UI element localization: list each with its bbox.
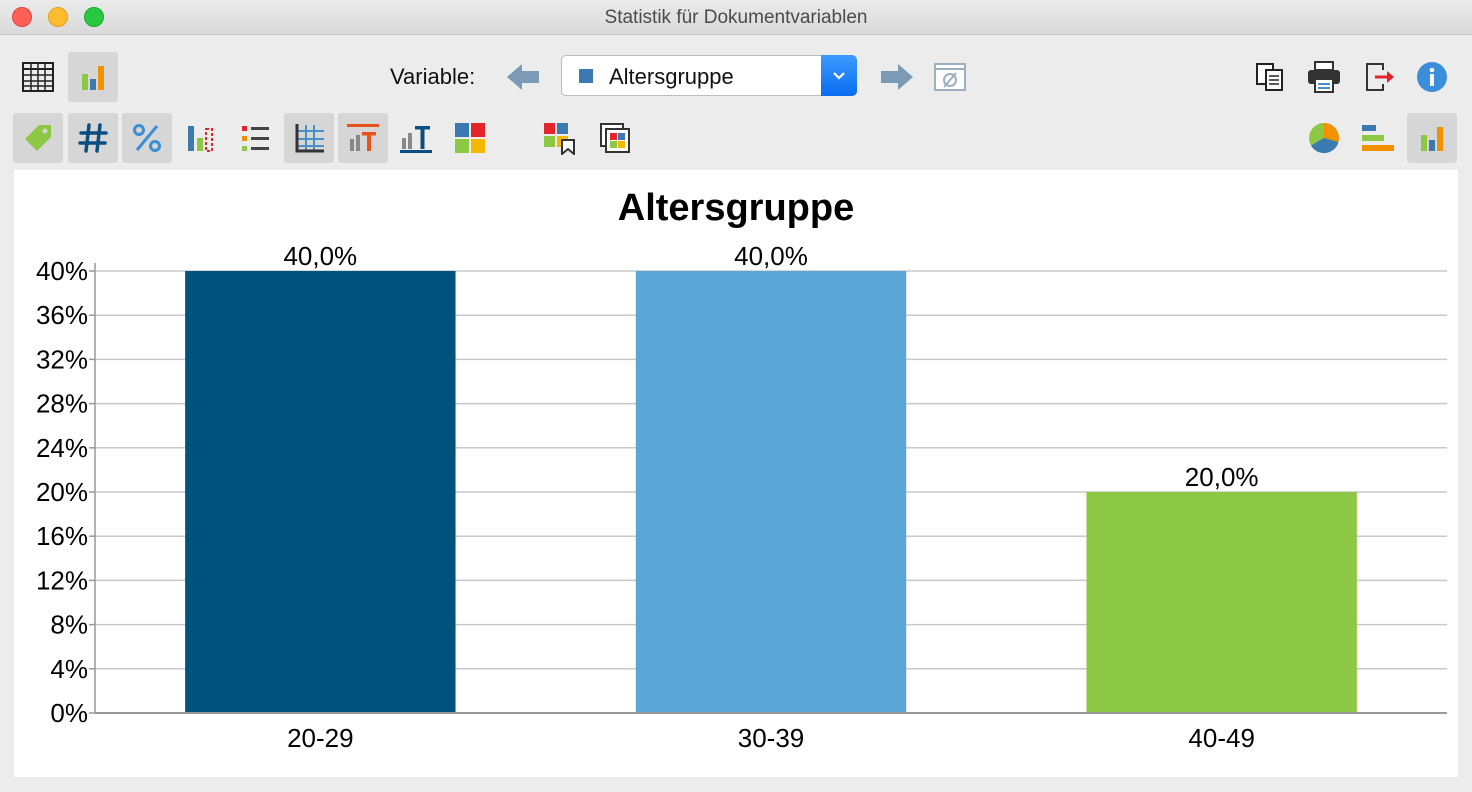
y-tick-label: 20% — [36, 477, 88, 507]
tag-icon — [25, 125, 51, 151]
variable-select-value: Altersgruppe — [609, 64, 734, 89]
color-stack-icon — [600, 123, 630, 153]
previous-variable-button[interactable] — [498, 52, 548, 102]
bar-chart-icon — [82, 66, 104, 90]
copy-icon — [1256, 63, 1283, 91]
bar-outline-button[interactable] — [176, 113, 226, 163]
variable-label: Variable: — [390, 64, 476, 89]
color-scheme-button[interactable] — [445, 113, 495, 163]
axis-labels-button[interactable] — [391, 113, 441, 163]
printer-icon — [1308, 61, 1340, 93]
y-tick-label: 36% — [36, 300, 88, 330]
table-icon — [22, 62, 54, 92]
horizontal-bar-chart-button[interactable] — [1353, 113, 1403, 163]
vertical-bar-chart-button[interactable] — [1407, 113, 1457, 163]
info-button[interactable] — [1407, 52, 1457, 102]
save-colors-button[interactable] — [535, 113, 585, 163]
show-percent-button[interactable] — [122, 113, 172, 163]
arrow-left-icon — [507, 64, 539, 90]
bar-value-label: 40,0% — [283, 241, 357, 271]
percent-icon — [133, 124, 161, 152]
x-tick-label: 40-49 — [1188, 723, 1255, 753]
y-tick-label: 40% — [36, 256, 88, 286]
variable-select-toggle[interactable] — [821, 55, 857, 96]
y-tick-label: 28% — [36, 389, 88, 419]
title-bar: Statistik für Dokumentvariablen — [0, 0, 1472, 35]
bar-30-39 — [635, 271, 907, 713]
bar-chart: Altersgruppe 0% 4% 8% 12% 16% 20% 24% 28% 32% 36%… — [36, 187, 1447, 753]
x-tick-label: 20-29 — [287, 723, 354, 753]
info-icon — [1417, 62, 1447, 92]
bar-40-49 — [1086, 492, 1357, 713]
variable-color-swatch — [579, 69, 593, 83]
arrow-right-icon — [881, 64, 913, 90]
bar-value-label: 20,0% — [1185, 462, 1259, 492]
load-colors-button[interactable] — [590, 113, 640, 163]
color-bookmark-icon — [544, 123, 575, 155]
pie-chart-icon — [1309, 122, 1340, 154]
show-frequencies-button[interactable] — [68, 113, 118, 163]
empty-set-icon — [934, 63, 966, 91]
vertical-bar-icon — [1421, 127, 1443, 151]
chart-title: Altersgruppe — [618, 187, 854, 229]
gridlines-button[interactable] — [284, 113, 334, 163]
y-tick-label: 12% — [36, 565, 88, 595]
window-title: Statistik für Dokumentvariablen — [604, 7, 868, 28]
chart-view-button[interactable] — [68, 52, 118, 102]
next-variable-button[interactable] — [872, 52, 922, 102]
variable-select[interactable]: Altersgruppe — [561, 55, 857, 96]
print-button[interactable] — [1299, 52, 1349, 102]
legend-list-icon — [242, 126, 269, 151]
x-tick-label: 30-39 — [738, 723, 805, 753]
color-palette-icon — [455, 123, 485, 153]
export-button[interactable] — [1355, 52, 1405, 102]
export-icon — [1366, 63, 1394, 91]
y-tick-label: 16% — [36, 521, 88, 551]
grid-axes-icon — [295, 124, 324, 153]
legend-button[interactable] — [230, 113, 280, 163]
table-view-button[interactable] — [13, 52, 63, 102]
y-tick-label: 0% — [50, 698, 88, 728]
y-tick-label: 8% — [50, 610, 88, 640]
chart-panel: Altersgruppe 0% 4% 8% 12% 16% 20% 24% 28% 32% 36%… — [14, 170, 1458, 777]
y-tick-label: 4% — [50, 654, 88, 684]
chart-title-icon — [347, 124, 379, 151]
hash-icon — [78, 123, 108, 153]
bar-outline-icon — [188, 126, 213, 152]
bar-value-label: 40,0% — [734, 241, 808, 271]
bar-20-29 — [185, 271, 456, 713]
copy-button[interactable] — [1245, 52, 1295, 102]
y-tick-label: 32% — [36, 344, 88, 374]
axis-text-icon — [400, 126, 432, 153]
chevron-down-icon — [833, 71, 845, 80]
chart-title-button[interactable] — [338, 113, 388, 163]
horizontal-bar-icon — [1362, 125, 1394, 151]
pie-chart-button[interactable] — [1299, 113, 1349, 163]
y-tick-label: 24% — [36, 433, 88, 463]
show-labels-button[interactable] — [13, 113, 63, 163]
missing-values-button[interactable] — [925, 52, 975, 102]
